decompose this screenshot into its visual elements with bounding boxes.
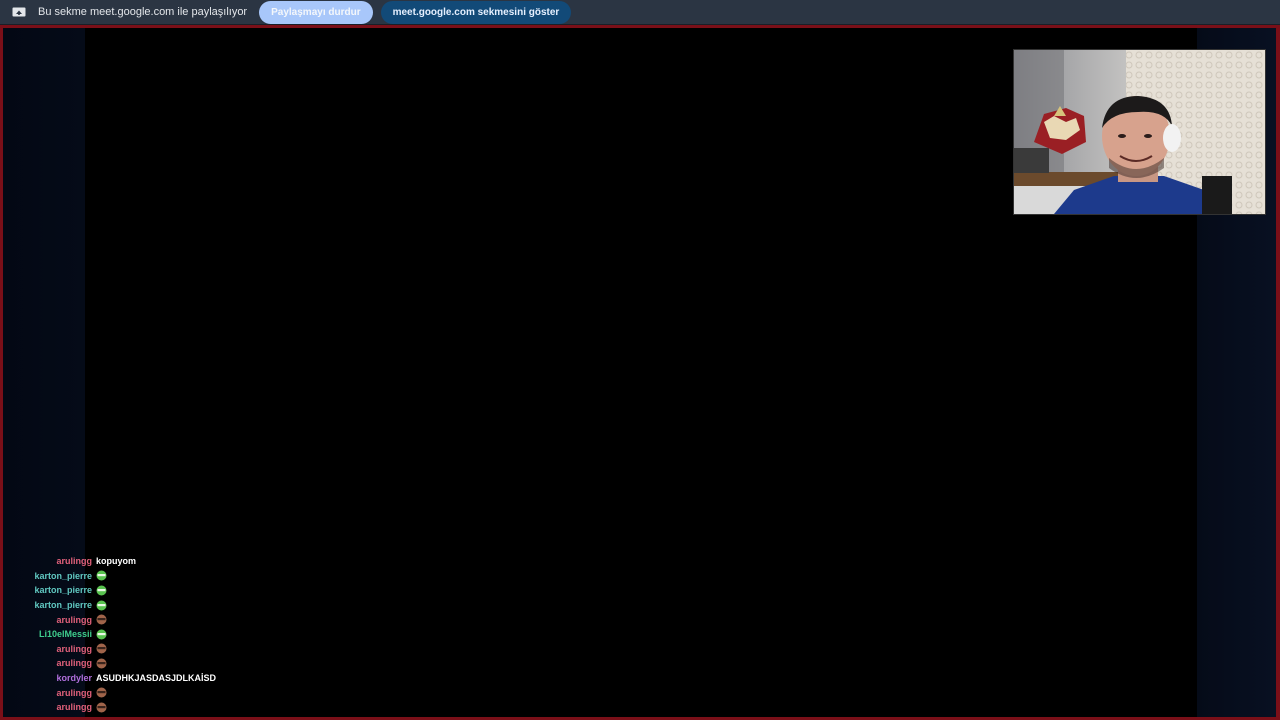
chat-message: karton_pierre (0, 569, 300, 584)
green-face-emote-icon (96, 600, 107, 611)
chat-username: karton_pierre (34, 570, 92, 581)
chat-overlay: arulingg kopuyom karton_pierre karton_pierr… (0, 554, 300, 715)
webcam-image (1014, 50, 1265, 214)
brown-face-emote-icon (96, 614, 107, 625)
chat-text: kopuyom (96, 556, 137, 567)
sharing-status-text: Bu sekme meet.google.com ile paylaşılıyo… (38, 6, 248, 18)
brown-face-emote-icon (96, 702, 107, 713)
chat-username: kordyler (56, 673, 92, 684)
chat-username: karton_pierre (34, 585, 92, 596)
chat-message: karton_pierre (0, 598, 300, 613)
chat-username: arulingg (56, 658, 93, 669)
stop-sharing-button[interactable]: Paylaşmayı durdur (259, 0, 373, 24)
green-face-emote-icon (96, 570, 107, 581)
show-meet-tab-button[interactable]: meet.google.com sekmesini göster (380, 0, 572, 24)
chat-username: arulingg (56, 702, 93, 713)
brown-face-emote-icon (96, 643, 107, 654)
chat-message: karton_pierre (0, 583, 300, 598)
chat-username: arulingg (56, 643, 93, 654)
green-face-emote-icon (96, 585, 107, 596)
chat-username: Li10elMessii (38, 629, 92, 640)
chat-message: arulingg (0, 685, 300, 700)
chat-username: arulingg (56, 614, 93, 625)
tab-sharing-bar: Bu sekme meet.google.com ile paylaşılıyo… (0, 0, 1280, 25)
chat-text: ASUDHKJASDASJDLKAİSD (96, 673, 217, 684)
chat-message: arulingg (0, 700, 300, 715)
brown-face-emote-icon (96, 658, 107, 669)
screen-share-icon (12, 7, 26, 16)
webcam-video (1013, 49, 1266, 215)
chat-message: arulingg (0, 656, 300, 671)
chat-message: arulingg (0, 612, 300, 627)
chat-username: arulingg (56, 556, 93, 567)
chat-username: karton_pierre (34, 600, 92, 611)
brown-face-emote-icon (96, 687, 107, 698)
chat-username: arulingg (56, 687, 93, 698)
chat-message: arulingg (0, 642, 300, 657)
chat-message: arulingg kopuyom (0, 554, 300, 569)
green-face-emote-icon (96, 629, 107, 640)
chat-message: Li10elMessii (0, 627, 300, 642)
chat-message: kordyler ASUDHKJASDASJDLKAİSD (0, 671, 300, 686)
